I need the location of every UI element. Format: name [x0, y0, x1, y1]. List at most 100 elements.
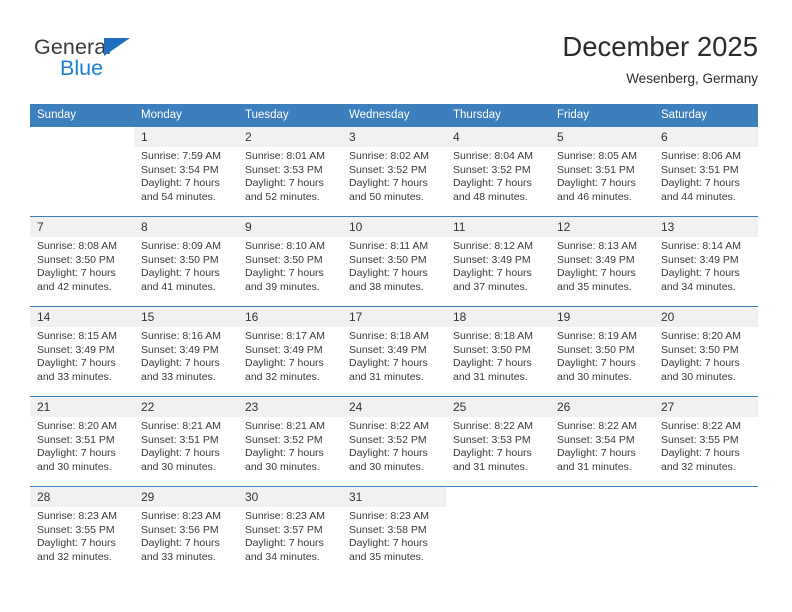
- day-number[interactable]: 28: [30, 486, 134, 507]
- daylight-text-line2: and 32 minutes.: [661, 460, 736, 473]
- daylight-text-line1: Daylight: 7 hours: [245, 267, 324, 279]
- daylight-text-line1: Daylight: 7 hours: [661, 177, 740, 189]
- daylight-text-line1: Daylight: 7 hours: [141, 447, 220, 459]
- day-number[interactable]: 25: [446, 396, 550, 417]
- day-cell: Sunrise: 8:21 AM Sunset: 3:51 PM Dayligh…: [134, 417, 238, 487]
- daylight-text-line2: and 31 minutes.: [453, 370, 528, 383]
- day-cell: Sunrise: 8:23 AM Sunset: 3:57 PM Dayligh…: [238, 507, 342, 576]
- day-number[interactable]: 18: [446, 306, 550, 327]
- daylight-text-line2: and 37 minutes.: [453, 280, 528, 293]
- day-number[interactable]: 13: [654, 216, 758, 237]
- general-blue-logo[interactable]: General Blue: [34, 35, 234, 95]
- day-number[interactable]: 24: [342, 396, 446, 417]
- sunset-text: Sunset: 3:49 PM: [349, 343, 427, 356]
- daylight-text-line1: Daylight: 7 hours: [453, 177, 532, 189]
- daylight-text-line1: Daylight: 7 hours: [557, 447, 636, 459]
- day-number[interactable]: 30: [238, 486, 342, 507]
- daylight-text-line1: Daylight: 7 hours: [557, 267, 636, 279]
- day-cell: Sunrise: 8:04 AM Sunset: 3:52 PM Dayligh…: [446, 147, 550, 217]
- day-cell: Sunrise: 8:23 AM Sunset: 3:58 PM Dayligh…: [342, 507, 446, 576]
- daylight-text-line2: and 30 minutes.: [349, 460, 424, 473]
- daylight-text-line2: and 44 minutes.: [661, 190, 736, 203]
- day-number[interactable]: 11: [446, 216, 550, 237]
- day-number[interactable]: 19: [550, 306, 654, 327]
- week-3-info-row: Sunrise: 8:15 AM Sunset: 3:49 PM Dayligh…: [30, 327, 758, 397]
- day-number: [550, 486, 654, 507]
- daylight-text-line1: Daylight: 7 hours: [37, 537, 116, 549]
- week-1-date-row: 1 2 3 4 5 6: [30, 127, 758, 147]
- day-number[interactable]: 8: [134, 216, 238, 237]
- day-number: [654, 486, 758, 507]
- sunset-text: Sunset: 3:50 PM: [37, 253, 115, 266]
- day-cell: Sunrise: 8:22 AM Sunset: 3:53 PM Dayligh…: [446, 417, 550, 487]
- day-cell: Sunrise: 8:21 AM Sunset: 3:52 PM Dayligh…: [238, 417, 342, 487]
- day-number[interactable]: 31: [342, 486, 446, 507]
- day-number[interactable]: 22: [134, 396, 238, 417]
- daylight-text-line2: and 34 minutes.: [661, 280, 736, 293]
- sunrise-text: Sunrise: 8:06 AM: [661, 150, 741, 162]
- day-cell: Sunrise: 7:59 AM Sunset: 3:54 PM Dayligh…: [134, 147, 238, 217]
- day-number[interactable]: 26: [550, 396, 654, 417]
- week-4-date-row: 21 22 23 24 25 26 27: [30, 396, 758, 417]
- daylight-text-line2: and 46 minutes.: [557, 190, 632, 203]
- sunset-text: Sunset: 3:51 PM: [661, 163, 739, 176]
- daylight-text-line1: Daylight: 7 hours: [245, 357, 324, 369]
- day-number[interactable]: 12: [550, 216, 654, 237]
- daylight-text-line1: Daylight: 7 hours: [557, 177, 636, 189]
- weekday-header-tuesday: Tuesday: [238, 104, 342, 127]
- sunrise-text: Sunrise: 8:20 AM: [37, 420, 117, 432]
- week-2-info-row: Sunrise: 8:08 AM Sunset: 3:50 PM Dayligh…: [30, 237, 758, 307]
- daylight-text-line2: and 30 minutes.: [661, 370, 736, 383]
- day-number[interactable]: 4: [446, 127, 550, 147]
- day-number[interactable]: 10: [342, 216, 446, 237]
- sunrise-text: Sunrise: 8:12 AM: [453, 240, 533, 252]
- day-number[interactable]: 16: [238, 306, 342, 327]
- daylight-text-line2: and 41 minutes.: [141, 280, 216, 293]
- sunrise-text: Sunrise: 8:14 AM: [661, 240, 741, 252]
- day-number[interactable]: 6: [654, 127, 758, 147]
- daylight-text-line1: Daylight: 7 hours: [37, 357, 116, 369]
- daylight-text-line2: and 35 minutes.: [349, 550, 424, 563]
- sunset-text: Sunset: 3:52 PM: [453, 163, 531, 176]
- weekday-header-sunday: Sunday: [30, 104, 134, 127]
- sunrise-text: Sunrise: 8:15 AM: [37, 330, 117, 342]
- daylight-text-line1: Daylight: 7 hours: [245, 177, 324, 189]
- sunrise-text: Sunrise: 8:22 AM: [453, 420, 533, 432]
- daylight-text-line2: and 33 minutes.: [141, 370, 216, 383]
- day-cell: Sunrise: 8:09 AM Sunset: 3:50 PM Dayligh…: [134, 237, 238, 307]
- day-number[interactable]: 9: [238, 216, 342, 237]
- day-number[interactable]: 7: [30, 216, 134, 237]
- daylight-text-line2: and 42 minutes.: [37, 280, 112, 293]
- week-5-date-row: 28 29 30 31: [30, 486, 758, 507]
- sunset-text: Sunset: 3:52 PM: [245, 433, 323, 446]
- sunrise-text: Sunrise: 8:23 AM: [349, 510, 429, 522]
- sunrise-text: Sunrise: 8:13 AM: [557, 240, 637, 252]
- sunset-text: Sunset: 3:50 PM: [557, 343, 635, 356]
- day-number[interactable]: 14: [30, 306, 134, 327]
- day-cell: Sunrise: 8:13 AM Sunset: 3:49 PM Dayligh…: [550, 237, 654, 307]
- sunrise-text: Sunrise: 8:11 AM: [349, 240, 429, 252]
- day-number[interactable]: 15: [134, 306, 238, 327]
- daylight-text-line1: Daylight: 7 hours: [349, 177, 428, 189]
- day-number[interactable]: 23: [238, 396, 342, 417]
- day-number[interactable]: 29: [134, 486, 238, 507]
- day-number[interactable]: 20: [654, 306, 758, 327]
- day-number[interactable]: 3: [342, 127, 446, 147]
- daylight-text-line2: and 39 minutes.: [245, 280, 320, 293]
- day-number[interactable]: 27: [654, 396, 758, 417]
- day-number[interactable]: 1: [134, 127, 238, 147]
- day-number[interactable]: 21: [30, 396, 134, 417]
- daylight-text-line2: and 33 minutes.: [37, 370, 112, 383]
- daylight-text-line1: Daylight: 7 hours: [349, 447, 428, 459]
- day-number[interactable]: 5: [550, 127, 654, 147]
- day-number[interactable]: 2: [238, 127, 342, 147]
- sunset-text: Sunset: 3:49 PM: [453, 253, 531, 266]
- day-cell: Sunrise: 8:02 AM Sunset: 3:52 PM Dayligh…: [342, 147, 446, 217]
- sunrise-text: Sunrise: 8:01 AM: [245, 150, 325, 162]
- day-cell: Sunrise: 8:01 AM Sunset: 3:53 PM Dayligh…: [238, 147, 342, 217]
- daylight-text-line1: Daylight: 7 hours: [245, 537, 324, 549]
- day-number[interactable]: 17: [342, 306, 446, 327]
- sunset-text: Sunset: 3:50 PM: [245, 253, 323, 266]
- sunset-text: Sunset: 3:54 PM: [557, 433, 635, 446]
- day-cell: [30, 147, 134, 217]
